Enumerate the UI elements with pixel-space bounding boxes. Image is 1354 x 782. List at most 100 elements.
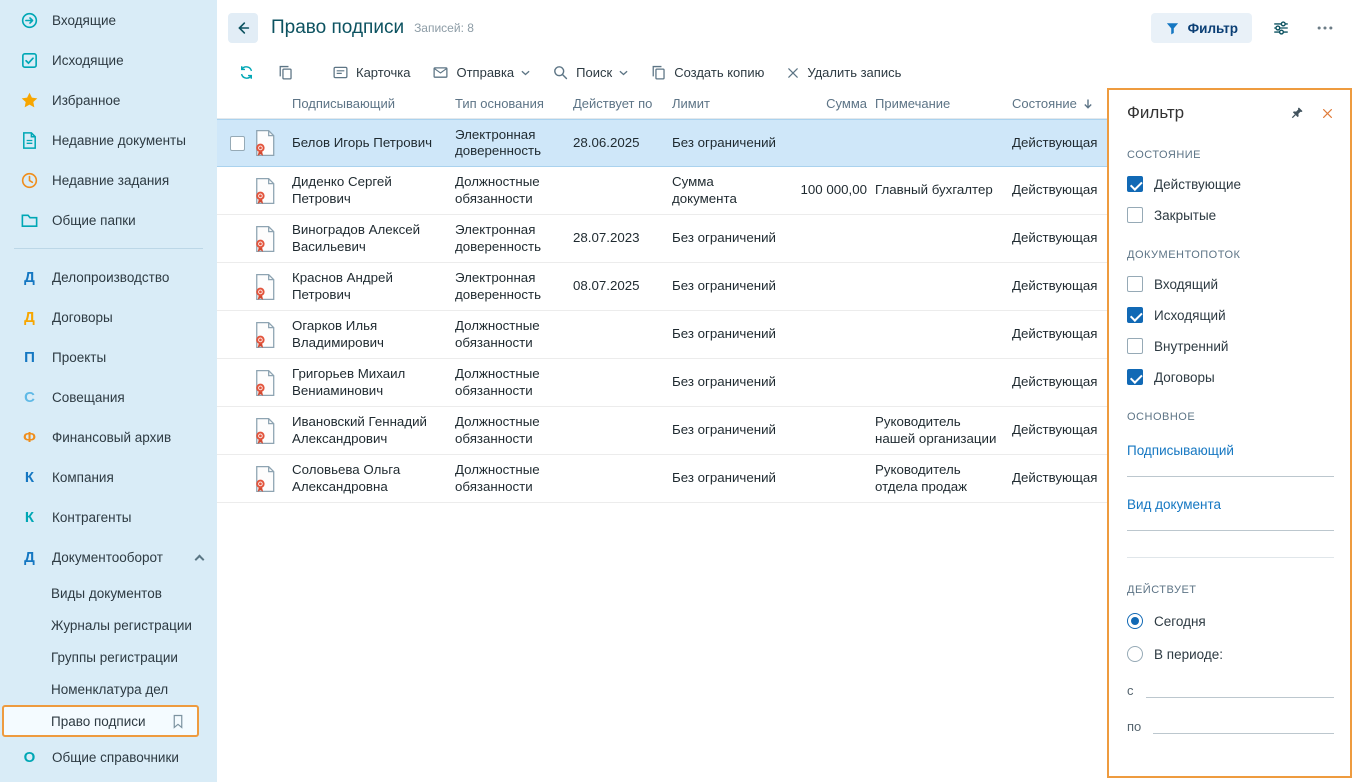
row-checkbox[interactable] xyxy=(230,136,245,151)
sidebar-item[interactable]: Общие папки xyxy=(0,200,217,240)
radio[interactable] xyxy=(1127,613,1143,629)
document-seal-icon xyxy=(254,369,276,397)
more-actions-button[interactable] xyxy=(1310,13,1340,43)
filter-panel-title: Фильтр xyxy=(1127,103,1288,123)
row-lead-cell xyxy=(217,177,292,205)
filter-button[interactable]: Фильтр xyxy=(1151,13,1252,43)
sidebar-item[interactable]: Недавние задания xyxy=(0,160,217,200)
checkbox[interactable] xyxy=(1127,307,1143,323)
column-status-label: Состояние xyxy=(1012,96,1077,111)
cell-note: Руководитель отдела продаж xyxy=(875,462,1012,494)
checkbox[interactable] xyxy=(1127,207,1143,223)
filter-checkbox-row[interactable]: Внутренний xyxy=(1127,338,1334,354)
view-settings-button[interactable] xyxy=(1266,13,1296,43)
table-row[interactable]: Григорьев Михаил Вениаминович Должностны… xyxy=(217,359,1107,407)
filter-radio-row[interactable]: В периоде: xyxy=(1127,646,1334,662)
filter-checkbox-row[interactable]: Договоры xyxy=(1127,369,1334,385)
sidebar-submenu-label: Виды документов xyxy=(51,586,162,601)
filter-checkbox-row[interactable]: Входящий xyxy=(1127,276,1334,292)
module-letter-icon: Д xyxy=(20,549,39,566)
sidebar-module-label: Финансовый архив xyxy=(52,430,171,445)
sidebar-module-item[interactable]: Д Документооборот xyxy=(0,537,217,577)
checkbox[interactable] xyxy=(1127,369,1143,385)
sidebar-module-item[interactable]: П Проекты xyxy=(0,337,217,377)
chevron-up-icon[interactable] xyxy=(195,554,205,564)
radio[interactable] xyxy=(1127,646,1143,662)
lookup-link[interactable]: Подписывающий xyxy=(1127,443,1234,458)
document-seal-icon xyxy=(254,465,276,493)
table-row[interactable]: Виноградов Алексей Васильевич Электронна… xyxy=(217,215,1107,263)
sidebar-submenu-item[interactable]: Журналы регистрации xyxy=(0,609,217,641)
column-basis[interactable]: Тип основания xyxy=(455,96,573,111)
cell-basis: Должностные обязанности xyxy=(455,462,573,494)
table-row[interactable]: Диденко Сергей Петрович Должностные обяз… xyxy=(217,167,1107,215)
sidebar-item[interactable]: Избранное xyxy=(0,80,217,120)
table-row[interactable]: Краснов Андрей Петрович Электронная дове… xyxy=(217,263,1107,311)
sidebar-submenu-item[interactable]: Группы регистрации xyxy=(0,641,217,673)
checkbox[interactable] xyxy=(1127,176,1143,192)
lookup-input[interactable] xyxy=(1127,521,1334,531)
sidebar-submenu-label: Журналы регистрации xyxy=(51,618,192,633)
sidebar-module-item[interactable]: Ф Финансовый архив xyxy=(0,417,217,457)
sidebar-item[interactable]: Исходящие xyxy=(0,40,217,80)
sidebar-submenu-item[interactable]: Виды документов xyxy=(0,577,217,609)
sidebar-module-item[interactable]: О Общие справочники xyxy=(0,737,217,777)
sidebar-item-icon xyxy=(20,131,39,150)
copy-button[interactable] xyxy=(268,59,303,87)
filter-radio-row[interactable]: Сегодня xyxy=(1127,613,1334,629)
lookup-link[interactable]: Вид документа xyxy=(1127,497,1221,512)
sidebar-module-item[interactable]: Д Делопроизводство xyxy=(0,257,217,297)
row-lead-cell xyxy=(217,273,292,301)
sidebar-item-label: Недавние документы xyxy=(52,133,186,148)
sidebar-item-icon xyxy=(20,51,39,70)
filter-checkbox-row[interactable]: Действующие xyxy=(1127,176,1334,192)
cell-basis: Электронная доверенность xyxy=(455,222,573,254)
sidebar-submenu-label: Право подписи xyxy=(51,714,146,729)
filter-section-flow-label: ДОКУМЕНТОПОТОК xyxy=(1127,249,1334,261)
date-from-label: с xyxy=(1127,683,1134,698)
back-button[interactable] xyxy=(228,13,258,43)
sidebar: Входящие Исходящие Избранное Недавние до… xyxy=(0,0,217,782)
filter-panel: Фильтр СОСТОЯНИЕ Действующие Закрытые xyxy=(1107,88,1352,778)
column-sum[interactable]: Сумма xyxy=(790,96,875,111)
pin-icon[interactable] xyxy=(1288,105,1305,122)
sidebar-submenu-item[interactable]: Право подписи xyxy=(2,705,199,737)
create-copy-button[interactable]: Создать копию xyxy=(641,59,773,87)
card-button[interactable]: Карточка xyxy=(323,59,419,87)
table-row[interactable]: Соловьева Ольга Александровна Должностны… xyxy=(217,455,1107,503)
date-to-input[interactable] xyxy=(1153,720,1334,734)
table-row[interactable]: Белов Игорь Петрович Электронная доверен… xyxy=(217,119,1107,167)
table-row[interactable]: Огарков Илья Владимирович Должностные об… xyxy=(217,311,1107,359)
sidebar-module-item[interactable]: К Компания xyxy=(0,457,217,497)
column-note[interactable]: Примечание xyxy=(875,96,1012,111)
search-icon xyxy=(552,64,569,81)
column-status[interactable]: Состояние xyxy=(1012,96,1107,111)
close-icon[interactable] xyxy=(1321,107,1334,120)
sidebar-item-label: Общие папки xyxy=(52,213,136,228)
sliders-icon xyxy=(1272,19,1290,37)
sidebar-module-item[interactable]: С Совещания xyxy=(0,377,217,417)
filter-checkbox-row[interactable]: Закрытые xyxy=(1127,207,1334,223)
refresh-button[interactable] xyxy=(229,59,264,87)
column-valid-until[interactable]: Действует по xyxy=(573,96,672,111)
sidebar-module-item[interactable]: К Контрагенты xyxy=(0,497,217,537)
lookup-input[interactable] xyxy=(1127,467,1334,477)
app-window: Входящие Исходящие Избранное Недавние до… xyxy=(0,0,1354,782)
table-row[interactable]: Ивановский Геннадий Александрович Должно… xyxy=(217,407,1107,455)
checkbox[interactable] xyxy=(1127,338,1143,354)
checkbox[interactable] xyxy=(1127,276,1143,292)
sidebar-module-item[interactable]: Д Договоры xyxy=(0,297,217,337)
column-limit[interactable]: Лимит xyxy=(672,96,790,111)
sidebar-submenu-item[interactable]: Номенклатура дел xyxy=(0,673,217,705)
send-icon xyxy=(432,64,449,81)
sidebar-item[interactable]: Недавние документы xyxy=(0,120,217,160)
cell-status: Действующая xyxy=(1012,470,1107,486)
filter-checkbox-row[interactable]: Исходящий xyxy=(1127,307,1334,323)
column-signer[interactable]: Подписывающий xyxy=(292,96,455,111)
document-seal-icon xyxy=(254,321,276,349)
sidebar-item[interactable]: Входящие xyxy=(0,0,217,40)
delete-record-button[interactable]: Удалить запись xyxy=(777,59,910,87)
date-from-input[interactable] xyxy=(1146,684,1335,698)
send-button[interactable]: Отправка xyxy=(423,59,539,87)
search-button[interactable]: Поиск xyxy=(543,59,637,87)
